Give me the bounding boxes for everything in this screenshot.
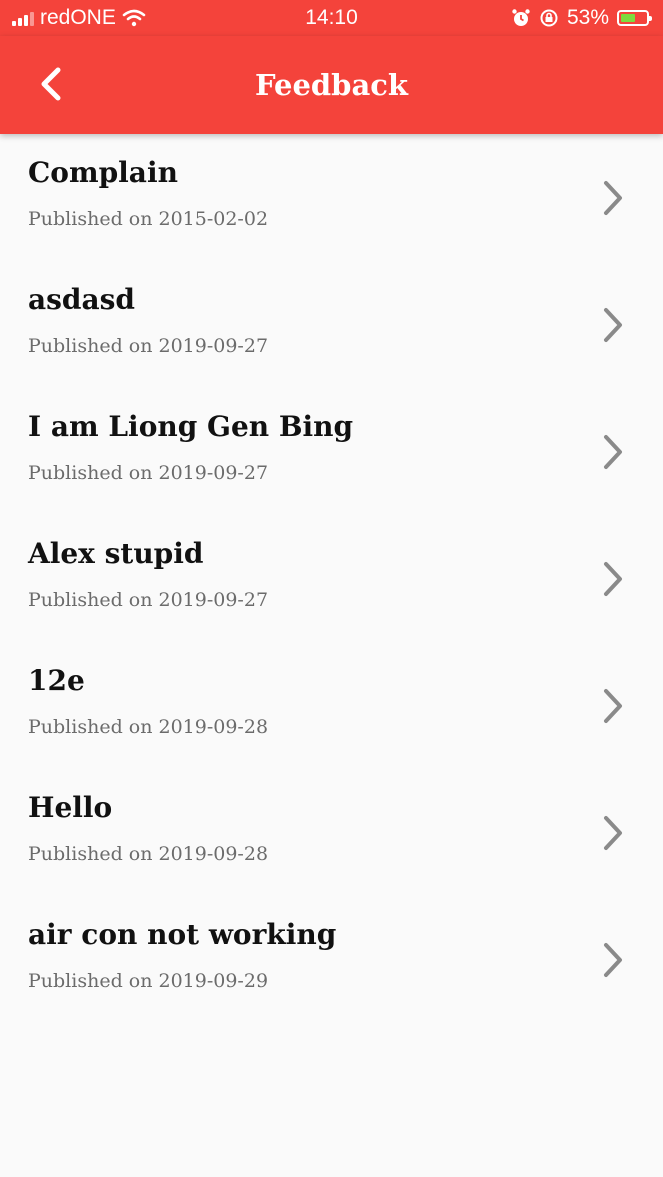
feedback-date: Published on 2019-09-28 <box>28 843 269 865</box>
feedback-date: Published on 2019-09-27 <box>28 589 269 611</box>
list-item[interactable]: Hello Published on 2019-09-28 <box>0 769 663 896</box>
list-item[interactable]: air con not working Published on 2019-09-… <box>0 896 663 1023</box>
feedback-title: air con not working <box>28 918 337 951</box>
list-item[interactable]: I am Liong Gen Bing Published on 2019-09-… <box>0 388 663 515</box>
feedback-title: I am Liong Gen Bing <box>28 410 354 443</box>
feedback-date: Published on 2019-09-29 <box>28 970 269 992</box>
feedback-title: Hello <box>28 791 113 824</box>
list-item[interactable]: Complain Published on 2015-02-02 <box>0 134 663 261</box>
feedback-date: Published on 2019-09-27 <box>28 462 269 484</box>
chevron-right-icon <box>604 562 622 596</box>
chevron-right-icon <box>604 435 622 469</box>
chevron-right-icon <box>604 816 622 850</box>
feedback-date: Published on 2015-02-02 <box>28 208 269 230</box>
status-bar: redONE 14:10 53% <box>0 0 663 36</box>
chevron-right-icon <box>604 689 622 723</box>
status-right: 53% <box>511 6 652 30</box>
feedback-date: Published on 2019-09-28 <box>28 716 269 738</box>
battery-percent: 53% <box>566 6 609 29</box>
list-item[interactable]: 12e Published on 2019-09-28 <box>0 642 663 769</box>
list-item[interactable]: Alex stupid Published on 2019-09-27 <box>0 515 663 642</box>
chevron-right-icon <box>604 943 622 977</box>
chevron-right-icon <box>604 308 622 342</box>
app-bar: Feedback <box>0 36 663 134</box>
feedback-title: Alex stupid <box>28 537 204 570</box>
alarm-icon <box>512 9 530 26</box>
page-title: Feedback <box>254 68 408 102</box>
feedback-list: Complain Published on 2015-02-02 asdasd Pub… <box>0 134 663 1023</box>
list-item[interactable]: asdasd Published on 2019-09-27 <box>0 261 663 388</box>
battery-icon <box>617 10 652 26</box>
feedback-date: Published on 2019-09-27 <box>28 335 269 357</box>
feedback-title: 12e <box>28 664 85 697</box>
feedback-title: Complain <box>28 156 178 189</box>
chevron-right-icon <box>604 181 622 215</box>
feedback-title: asdasd <box>28 283 135 316</box>
rotation-lock-icon <box>540 9 558 27</box>
